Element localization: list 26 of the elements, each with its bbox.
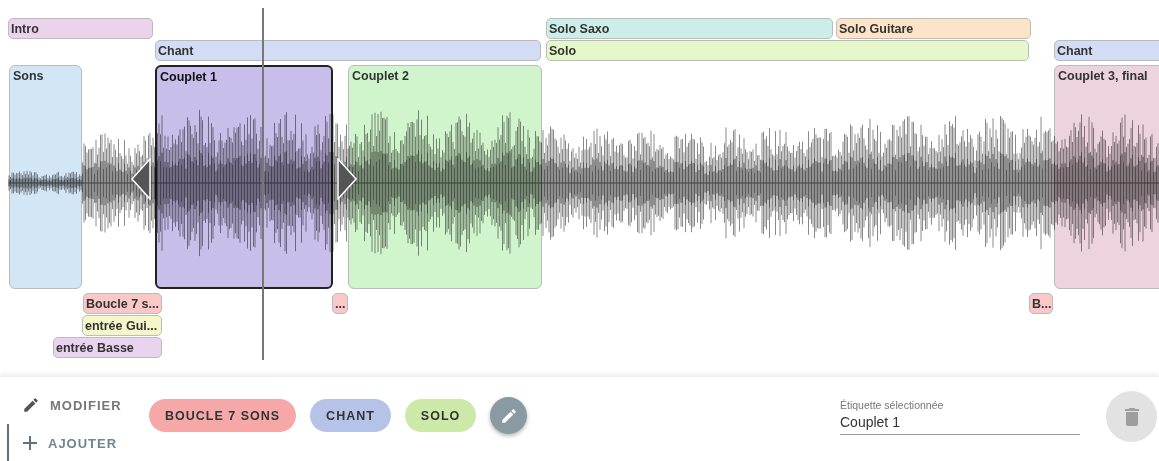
- plus-icon: [22, 435, 38, 451]
- region-label[interactable]: Sons: [9, 65, 82, 289]
- marker-label[interactable]: entrée Basse: [53, 337, 162, 358]
- marker-label[interactable]: B...: [1029, 293, 1053, 314]
- field-label: Étiquette sélectionnée: [840, 398, 945, 411]
- track-label[interactable]: Solo Saxo: [546, 18, 833, 39]
- track-label[interactable]: Solo: [546, 40, 1029, 61]
- tag-chip[interactable]: BOUCLE 7 SONS: [149, 399, 297, 432]
- track-label[interactable]: Intro: [8, 18, 153, 39]
- pencil-icon: [22, 396, 40, 414]
- left-handle-icon[interactable]: [130, 158, 152, 200]
- tag-chip[interactable]: SOLO: [404, 399, 477, 432]
- edit-button[interactable]: [490, 397, 528, 434]
- mode-tab[interactable]: AJOUTER: [7, 424, 140, 461]
- marker-label[interactable]: entrée Gui...: [82, 315, 162, 336]
- track-label[interactable]: Chant: [155, 40, 541, 61]
- pencil-icon: [499, 406, 518, 425]
- mode-tab[interactable]: MODIFIER: [7, 391, 140, 419]
- selected-label-field[interactable]: Couplet 1: [840, 413, 1080, 435]
- track-label[interactable]: Solo Guitare: [836, 18, 1031, 39]
- right-handle-icon[interactable]: [336, 158, 358, 200]
- track-label[interactable]: Chant: [1054, 40, 1159, 61]
- marker-label[interactable]: ...: [332, 293, 348, 314]
- marker-label[interactable]: Boucle 7 s...: [83, 293, 162, 314]
- tag-chip[interactable]: CHANT: [310, 399, 391, 432]
- trash-icon: [1123, 407, 1140, 426]
